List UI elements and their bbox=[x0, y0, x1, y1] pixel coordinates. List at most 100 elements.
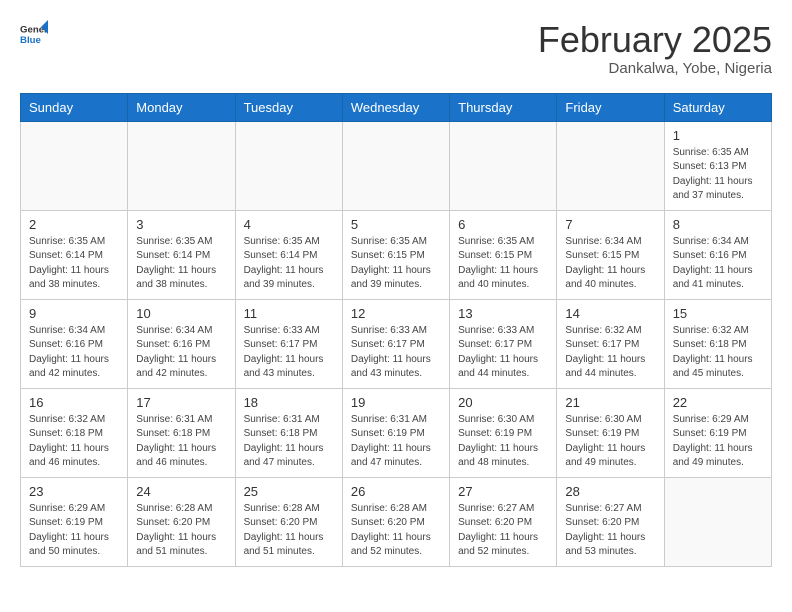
day-info: Sunrise: 6:27 AM Sunset: 6:20 PM Dayligh… bbox=[565, 502, 655, 560]
calendar-cell: 8 Sunrise: 6:34 AM Sunset: 6:16 PM Daylig… bbox=[664, 210, 771, 299]
calendar-cell: 6Sunrise: 6:35 AM Sunset: 6:15 PM Daylig… bbox=[450, 210, 557, 299]
day-info: Sunrise: 6:29 AM Sunset: 6:19 PM Dayligh… bbox=[29, 502, 119, 560]
calendar-cell: 11 Sunrise: 6:33 AM Sunset: 6:17 PM Dayli… bbox=[235, 299, 342, 388]
day-info: Sunrise: 6:30 AM Sunset: 6:19 PM Dayligh… bbox=[458, 413, 548, 471]
calendar-week-4: 16 Sunrise: 6:32 AM Sunset: 6:18 PM Dayli… bbox=[21, 388, 772, 477]
day-info: Sunrise: 6:35 AM Sunset: 6:14 PM Dayligh… bbox=[136, 235, 226, 293]
day-number: 28 bbox=[565, 484, 655, 499]
day-number: 13 bbox=[458, 306, 548, 321]
calendar-cell: 21 Sunrise: 6:30 AM Sunset: 6:19 PM Dayli… bbox=[557, 388, 664, 477]
weekday-header-friday: Friday bbox=[557, 93, 664, 121]
day-info: Sunrise: 6:30 AM Sunset: 6:19 PM Dayligh… bbox=[565, 413, 655, 471]
calendar-cell: 28 Sunrise: 6:27 AM Sunset: 6:20 PM Dayli… bbox=[557, 477, 664, 566]
day-info: Sunrise: 6:34 AM Sunset: 6:16 PM Dayligh… bbox=[29, 324, 119, 382]
calendar-cell: 19 Sunrise: 6:31 AM Sunset: 6:19 PM Dayli… bbox=[342, 388, 449, 477]
day-number: 5 bbox=[351, 217, 441, 232]
calendar-week-1: 1 Sunrise: 6:35 AM Sunset: 6:13 PM Daylig… bbox=[21, 121, 772, 210]
day-info: Sunrise: 6:32 AM Sunset: 6:18 PM Dayligh… bbox=[673, 324, 763, 382]
calendar-week-5: 23 Sunrise: 6:29 AM Sunset: 6:19 PM Dayli… bbox=[21, 477, 772, 566]
location: Dankalwa, Yobe, Nigeria bbox=[538, 60, 772, 77]
day-info: Sunrise: 6:33 AM Sunset: 6:17 PM Dayligh… bbox=[458, 324, 548, 382]
day-number: 24 bbox=[136, 484, 226, 499]
calendar-cell: 5 Sunrise: 6:35 AM Sunset: 6:15 PM Daylig… bbox=[342, 210, 449, 299]
month-title: February 2025 bbox=[538, 20, 772, 60]
calendar-cell: 18Sunrise: 6:31 AM Sunset: 6:18 PM Dayli… bbox=[235, 388, 342, 477]
day-info: Sunrise: 6:32 AM Sunset: 6:18 PM Dayligh… bbox=[29, 413, 119, 471]
calendar-cell: 12 Sunrise: 6:33 AM Sunset: 6:17 PM Dayli… bbox=[342, 299, 449, 388]
page-header: General Blue February 2025 Dankalwa, Yob… bbox=[20, 20, 772, 77]
calendar-cell: 2Sunrise: 6:35 AM Sunset: 6:14 PM Daylig… bbox=[21, 210, 128, 299]
calendar-cell: 9Sunrise: 6:34 AM Sunset: 6:16 PM Daylig… bbox=[21, 299, 128, 388]
day-number: 2 bbox=[29, 217, 119, 232]
logo-icon: General Blue bbox=[20, 20, 48, 48]
weekday-header-row: SundayMondayTuesdayWednesdayThursdayFrid… bbox=[21, 93, 772, 121]
calendar-cell: 10 Sunrise: 6:34 AM Sunset: 6:16 PM Dayli… bbox=[128, 299, 235, 388]
calendar-cell: 17Sunrise: 6:31 AM Sunset: 6:18 PM Dayli… bbox=[128, 388, 235, 477]
calendar-cell bbox=[235, 121, 342, 210]
calendar-cell: 23 Sunrise: 6:29 AM Sunset: 6:19 PM Dayli… bbox=[21, 477, 128, 566]
day-number: 21 bbox=[565, 395, 655, 410]
day-number: 15 bbox=[673, 306, 763, 321]
calendar-cell: 13 Sunrise: 6:33 AM Sunset: 6:17 PM Dayli… bbox=[450, 299, 557, 388]
calendar-table: SundayMondayTuesdayWednesdayThursdayFrid… bbox=[20, 93, 772, 567]
day-number: 8 bbox=[673, 217, 763, 232]
calendar-cell: 14 Sunrise: 6:32 AM Sunset: 6:17 PM Dayli… bbox=[557, 299, 664, 388]
day-info: Sunrise: 6:29 AM Sunset: 6:19 PM Dayligh… bbox=[673, 413, 763, 471]
day-info: Sunrise: 6:28 AM Sunset: 6:20 PM Dayligh… bbox=[136, 502, 226, 560]
day-info: Sunrise: 6:33 AM Sunset: 6:17 PM Dayligh… bbox=[351, 324, 441, 382]
day-number: 16 bbox=[29, 395, 119, 410]
calendar-week-3: 9Sunrise: 6:34 AM Sunset: 6:16 PM Daylig… bbox=[21, 299, 772, 388]
day-number: 22 bbox=[673, 395, 763, 410]
day-info: Sunrise: 6:31 AM Sunset: 6:19 PM Dayligh… bbox=[351, 413, 441, 471]
weekday-header-saturday: Saturday bbox=[664, 93, 771, 121]
day-info: Sunrise: 6:33 AM Sunset: 6:17 PM Dayligh… bbox=[244, 324, 334, 382]
day-number: 14 bbox=[565, 306, 655, 321]
day-number: 1 bbox=[673, 128, 763, 143]
calendar-cell bbox=[128, 121, 235, 210]
day-number: 3 bbox=[136, 217, 226, 232]
weekday-header-wednesday: Wednesday bbox=[342, 93, 449, 121]
day-info: Sunrise: 6:32 AM Sunset: 6:17 PM Dayligh… bbox=[565, 324, 655, 382]
day-number: 23 bbox=[29, 484, 119, 499]
calendar-cell: 4 Sunrise: 6:35 AM Sunset: 6:14 PM Daylig… bbox=[235, 210, 342, 299]
calendar-cell: 16 Sunrise: 6:32 AM Sunset: 6:18 PM Dayli… bbox=[21, 388, 128, 477]
calendar-cell: 3 Sunrise: 6:35 AM Sunset: 6:14 PM Daylig… bbox=[128, 210, 235, 299]
calendar-cell bbox=[21, 121, 128, 210]
calendar-week-2: 2 Sunrise: 6:35 AM Sunset: 6:14 PM Daylig… bbox=[21, 210, 772, 299]
day-info: Sunrise: 6:35 AM Sunset: 6:13 PM Dayligh… bbox=[673, 146, 763, 204]
weekday-header-monday: Monday bbox=[128, 93, 235, 121]
calendar-cell: 22 Sunrise: 6:29 AM Sunset: 6:19 PM Dayli… bbox=[664, 388, 771, 477]
calendar-cell bbox=[342, 121, 449, 210]
calendar-cell bbox=[557, 121, 664, 210]
calendar-cell bbox=[450, 121, 557, 210]
calendar-cell: 25 Sunrise: 6:28 AM Sunset: 6:20 PM Dayli… bbox=[235, 477, 342, 566]
day-number: 25 bbox=[244, 484, 334, 499]
weekday-header-tuesday: Tuesday bbox=[235, 93, 342, 121]
calendar-cell: 24 Sunrise: 6:28 AM Sunset: 6:20 PM Dayli… bbox=[128, 477, 235, 566]
svg-text:Blue: Blue bbox=[20, 35, 41, 46]
day-info: Sunrise: 6:27 AM Sunset: 6:20 PM Dayligh… bbox=[458, 502, 548, 560]
day-number: 11 bbox=[244, 306, 334, 321]
weekday-header-thursday: Thursday bbox=[450, 93, 557, 121]
logo: General Blue bbox=[20, 20, 48, 48]
weekday-header-sunday: Sunday bbox=[21, 93, 128, 121]
calendar-cell: 15 Sunrise: 6:32 AM Sunset: 6:18 PM Dayli… bbox=[664, 299, 771, 388]
day-info: Sunrise: 6:34 AM Sunset: 6:15 PM Dayligh… bbox=[565, 235, 655, 293]
calendar-cell: 26 Sunrise: 6:28 AM Sunset: 6:20 PM Dayli… bbox=[342, 477, 449, 566]
day-info: Sunrise: 6:35 AM Sunset: 6:15 PM Dayligh… bbox=[351, 235, 441, 293]
day-number: 26 bbox=[351, 484, 441, 499]
day-number: 12 bbox=[351, 306, 441, 321]
day-info: Sunrise: 6:34 AM Sunset: 6:16 PM Dayligh… bbox=[673, 235, 763, 293]
calendar-cell: 20Sunrise: 6:30 AM Sunset: 6:19 PM Dayli… bbox=[450, 388, 557, 477]
day-number: 10 bbox=[136, 306, 226, 321]
day-number: 4 bbox=[244, 217, 334, 232]
day-info: Sunrise: 6:35 AM Sunset: 6:14 PM Dayligh… bbox=[244, 235, 334, 293]
calendar-cell: 1 Sunrise: 6:35 AM Sunset: 6:13 PM Daylig… bbox=[664, 121, 771, 210]
day-info: Sunrise: 6:34 AM Sunset: 6:16 PM Dayligh… bbox=[136, 324, 226, 382]
calendar-cell: 7Sunrise: 6:34 AM Sunset: 6:15 PM Daylig… bbox=[557, 210, 664, 299]
day-info: Sunrise: 6:28 AM Sunset: 6:20 PM Dayligh… bbox=[244, 502, 334, 560]
day-info: Sunrise: 6:28 AM Sunset: 6:20 PM Dayligh… bbox=[351, 502, 441, 560]
day-number: 27 bbox=[458, 484, 548, 499]
day-number: 6 bbox=[458, 217, 548, 232]
day-number: 19 bbox=[351, 395, 441, 410]
